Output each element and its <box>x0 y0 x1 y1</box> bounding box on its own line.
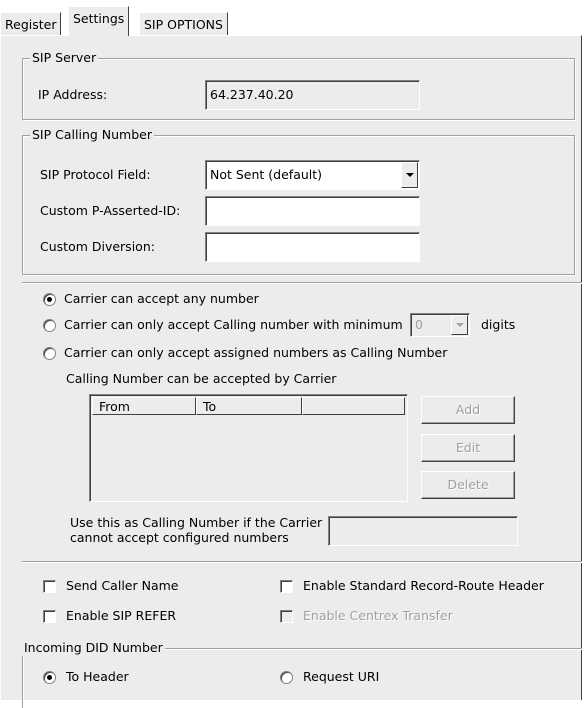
min-digits-value: 0 <box>415 317 423 332</box>
to-header-label[interactable]: To Header <box>66 669 129 685</box>
carrier-minimum-label[interactable]: Carrier can only accept Calling number w… <box>64 317 403 333</box>
ip-address-field: 64.237.40.20 <box>205 80 420 110</box>
fallback-label-line2: cannot accept configured numbers <box>70 530 289 545</box>
centrex-transfer-checkbox[interactable] <box>280 610 293 623</box>
fallback-label-line1: Use this as Calling Number if the Carrie… <box>70 515 323 530</box>
sip-protocol-field-select[interactable]: Not Sent (default) <box>205 160 420 190</box>
digits-label: digits <box>481 317 516 332</box>
ip-address-label: IP Address: <box>38 87 108 102</box>
request-uri-radio[interactable] <box>280 671 293 684</box>
sip-protocol-field-label: SIP Protocol Field: <box>40 167 151 182</box>
incoming-did-legend: Incoming DID Number <box>22 640 165 656</box>
chevron-down-icon[interactable] <box>401 162 418 188</box>
column-header-to[interactable]: To <box>196 397 302 415</box>
send-caller-name-checkbox[interactable] <box>43 580 56 593</box>
fallback-calling-number-field[interactable] <box>328 516 518 546</box>
tab-settings[interactable]: Settings <box>68 6 130 36</box>
enable-sip-refer-checkbox[interactable] <box>43 610 56 623</box>
custom-diversion-input[interactable] <box>205 232 420 262</box>
custom-pai-input[interactable] <box>205 196 420 226</box>
record-route-checkbox[interactable] <box>280 580 293 593</box>
record-route-label[interactable]: Enable Standard Record-Route Header <box>303 578 544 594</box>
column-header-from[interactable]: From <box>92 397 196 415</box>
carrier-any-radio[interactable] <box>43 293 56 306</box>
delete-button[interactable]: Delete <box>421 471 515 499</box>
request-uri-label[interactable]: Request URI <box>303 669 379 685</box>
calling-number-list[interactable]: From To <box>89 394 408 502</box>
carrier-any-label[interactable]: Carrier can accept any number <box>64 291 259 307</box>
edit-button[interactable]: Edit <box>421 434 515 462</box>
enable-sip-refer-label[interactable]: Enable SIP REFER <box>66 608 176 624</box>
tab-sip-options[interactable]: SIP OPTIONS <box>139 12 228 36</box>
sip-protocol-field-value: Not Sent (default) <box>210 167 323 182</box>
custom-diversion-label: Custom Diversion: <box>40 239 155 254</box>
divider <box>22 561 582 563</box>
tab-register[interactable]: Register <box>0 12 62 36</box>
to-header-radio[interactable] <box>43 671 56 684</box>
custom-pai-label: Custom P-Asserted-ID: <box>40 203 181 218</box>
carrier-assigned-label[interactable]: Carrier can only accept assigned numbers… <box>64 345 447 361</box>
chevron-down-icon[interactable] <box>451 315 468 335</box>
divider <box>22 282 582 284</box>
centrex-transfer-label[interactable]: Enable Centrex Transfer <box>303 608 453 624</box>
carrier-minimum-radio[interactable] <box>43 319 56 332</box>
sip-server-legend: SIP Server <box>30 50 99 66</box>
column-header-empty[interactable] <box>302 397 405 415</box>
carrier-assigned-radio[interactable] <box>43 347 56 360</box>
accepted-by-carrier-label: Calling Number can be accepted by Carrie… <box>66 371 337 386</box>
send-caller-name-label[interactable]: Send Caller Name <box>66 578 178 594</box>
min-digits-select[interactable]: 0 <box>410 313 470 337</box>
sip-calling-number-legend: SIP Calling Number <box>30 127 154 143</box>
add-button[interactable]: Add <box>421 396 515 424</box>
